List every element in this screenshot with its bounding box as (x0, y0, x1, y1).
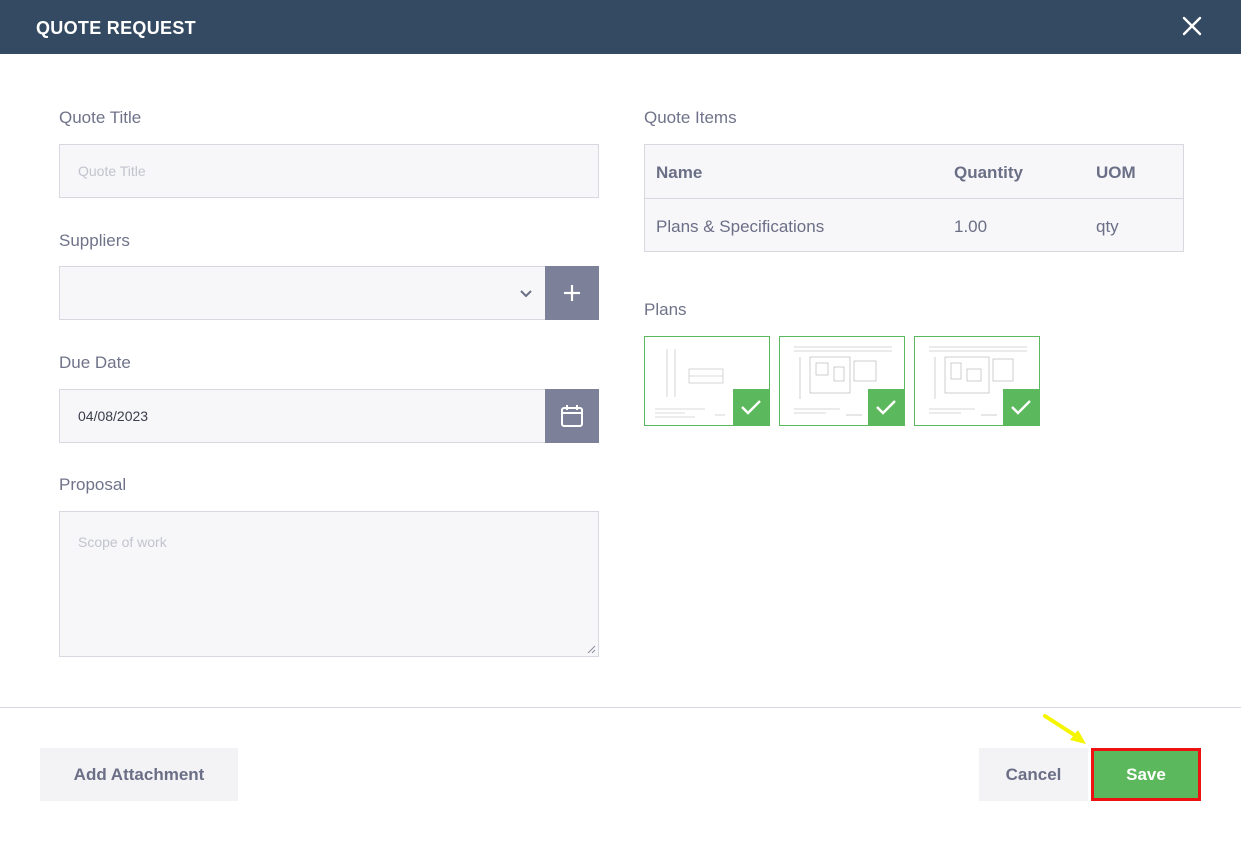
modal-title: QUOTE REQUEST (36, 18, 196, 38)
quote-items-table: Name Quantity UOM Plans & Specifications… (644, 144, 1184, 252)
plan-thumbnail[interactable] (779, 336, 905, 426)
table-cell-quantity: 1.00 (954, 217, 988, 236)
cancel-button[interactable]: Cancel (979, 748, 1088, 801)
check-icon (1003, 389, 1039, 425)
check-icon (733, 389, 769, 425)
table-divider (645, 198, 1183, 199)
add-supplier-button[interactable] (545, 266, 599, 320)
footer-divider (0, 707, 1241, 708)
suppliers-label: Suppliers (59, 231, 130, 250)
due-date-input[interactable]: 04/08/2023 (59, 389, 546, 443)
proposal-label: Proposal (59, 475, 127, 494)
modal-header: QUOTE REQUEST (0, 0, 1241, 54)
close-icon[interactable] (1178, 12, 1206, 40)
suppliers-select[interactable] (59, 266, 546, 320)
plans-label: Plans (644, 300, 687, 319)
calendar-button[interactable] (545, 389, 599, 443)
calendar-icon (561, 405, 583, 427)
resize-handle-icon[interactable] (586, 644, 596, 654)
plan-thumbnail[interactable] (644, 336, 770, 426)
plan-thumbnail[interactable] (914, 336, 1040, 426)
plus-icon (564, 285, 580, 301)
due-date-label: Due Date (59, 353, 131, 372)
annotation-arrow-icon (1043, 714, 1086, 744)
chevron-down-icon (520, 290, 532, 298)
quote-title-label: Quote Title (59, 108, 142, 127)
check-icon (868, 389, 904, 425)
quote-items-label: Quote Items (644, 108, 737, 127)
table-cell-name: Plans & Specifications (656, 217, 825, 236)
add-attachment-button[interactable]: Add Attachment (40, 748, 238, 801)
quote-title-input[interactable]: Quote Title (59, 144, 599, 198)
proposal-textarea[interactable]: Scope of work (59, 511, 599, 657)
proposal-placeholder: Scope of work (78, 534, 167, 550)
save-button[interactable]: Save (1094, 751, 1198, 798)
column-header-uom: UOM (1096, 163, 1136, 182)
due-date-value: 04/08/2023 (78, 408, 149, 424)
quote-title-placeholder: Quote Title (78, 163, 146, 179)
column-header-quantity: Quantity (954, 163, 1023, 182)
table-cell-uom: qty (1096, 217, 1119, 236)
column-header-name: Name (656, 163, 703, 182)
